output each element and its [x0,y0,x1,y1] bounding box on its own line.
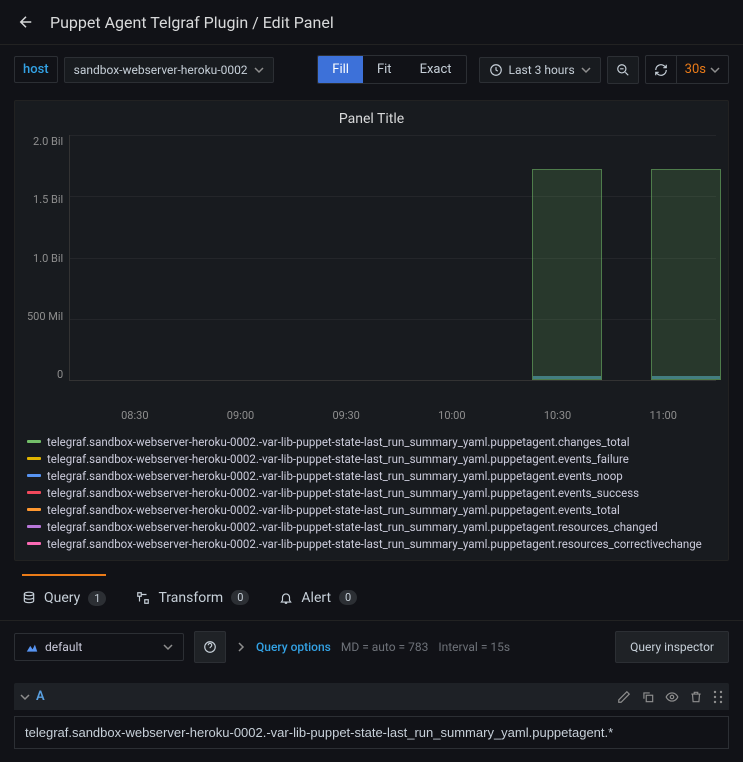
transform-count-badge: 0 [231,590,249,605]
y-axis: 2.0 Bil 1.5 Bil 1.0 Bil 500 Mil 0 [27,135,69,381]
copy-icon[interactable] [641,690,655,704]
legend-swatch [27,491,41,494]
clock-icon [489,63,503,77]
legend-item[interactable]: telegraf.sandbox-webserver-heroku-0002.-… [27,535,716,552]
legend-label: telegraf.sandbox-webserver-heroku-0002.-… [47,435,630,449]
legend-item[interactable]: telegraf.sandbox-webserver-heroku-0002.-… [27,501,716,518]
trash-icon[interactable] [689,690,703,704]
query-name: A [36,689,45,704]
chevron-right-icon[interactable] [236,642,246,652]
query-row-header[interactable]: A [14,683,729,710]
chevron-down-icon [20,692,30,702]
refresh-icon [654,63,668,77]
legend-item[interactable]: telegraf.sandbox-webserver-heroku-0002.-… [27,433,716,450]
drag-handle-icon[interactable] [713,690,723,704]
legend-item[interactable]: telegraf.sandbox-webserver-heroku-0002.-… [27,484,716,501]
back-button[interactable] [16,12,36,32]
query-interval: Interval = 15s [438,640,510,654]
edit-icon[interactable] [617,690,631,704]
eye-icon[interactable] [665,690,679,704]
tab-alert[interactable]: Alert 0 [279,575,357,620]
chevron-down-icon [581,65,591,75]
chevron-down-icon [163,642,173,652]
var-host-value: sandbox-webserver-heroku-0002 [74,63,248,77]
query-inspector-button[interactable]: Query inspector [615,631,729,663]
legend-label: telegraf.sandbox-webserver-heroku-0002.-… [47,537,702,551]
chart-bar [651,169,721,380]
chevron-down-icon [254,65,264,75]
legend-item[interactable]: telegraf.sandbox-webserver-heroku-0002.-… [27,518,716,535]
legend-swatch [27,457,41,460]
transform-icon [136,591,150,605]
x-axis: 08:30 09:00 09:30 10:00 10:30 11:00 [82,405,716,427]
tab-transform[interactable]: Transform 0 [136,575,249,620]
view-fill[interactable]: Fill [318,56,363,83]
var-host-picker[interactable]: sandbox-webserver-heroku-0002 [64,57,274,83]
legend-label: telegraf.sandbox-webserver-heroku-0002.-… [47,503,620,517]
panel-card: Panel Title 2.0 Bil 1.5 Bil 1.0 Bil 500 … [14,100,729,561]
database-icon [22,591,36,605]
legend-label: telegraf.sandbox-webserver-heroku-0002.-… [47,520,658,534]
graphite-icon [25,640,39,654]
panel-title: Panel Title [27,111,716,127]
breadcrumb: Puppet Agent Telgraf Plugin / Edit Panel [50,13,334,32]
bell-icon [279,591,293,605]
chart-bar [532,169,602,380]
query-count-badge: 1 [88,591,106,606]
zoom-out-button[interactable] [607,56,639,84]
datasource-picker[interactable]: default [14,633,184,661]
refresh-interval: 30s [685,62,706,77]
datasource-help-button[interactable] [194,631,226,663]
query-md: MD = auto = 783 [341,640,428,654]
legend: telegraf.sandbox-webserver-heroku-0002.-… [27,433,716,552]
query-expression-input[interactable] [14,716,729,749]
legend-item[interactable]: telegraf.sandbox-webserver-heroku-0002.-… [27,450,716,467]
refresh-interval-picker[interactable]: 30s [676,56,728,83]
legend-swatch [27,542,41,545]
query-options-toggle[interactable]: Query options [256,640,331,654]
legend-label: telegraf.sandbox-webserver-heroku-0002.-… [47,486,639,500]
var-label-host: host [14,56,58,83]
legend-swatch [27,508,41,511]
view-exact[interactable]: Exact [406,56,466,83]
legend-label: telegraf.sandbox-webserver-heroku-0002.-… [47,469,623,483]
zoom-out-icon [616,63,630,77]
refresh-button[interactable] [646,56,676,83]
plot-area[interactable] [69,135,716,381]
alert-count-badge: 0 [339,590,357,605]
time-range-label: Last 3 hours [509,63,575,77]
question-icon [203,640,217,654]
legend-item[interactable]: telegraf.sandbox-webserver-heroku-0002.-… [27,467,716,484]
legend-swatch [27,440,41,443]
view-fit[interactable]: Fit [363,56,406,83]
chevron-down-icon [710,65,720,75]
legend-swatch [27,474,41,477]
time-range-picker[interactable]: Last 3 hours [479,57,601,83]
legend-label: telegraf.sandbox-webserver-heroku-0002.-… [47,452,629,466]
legend-swatch [27,525,41,528]
tab-query[interactable]: Query 1 [22,574,106,620]
view-mode-group: Fill Fit Exact [317,55,466,84]
